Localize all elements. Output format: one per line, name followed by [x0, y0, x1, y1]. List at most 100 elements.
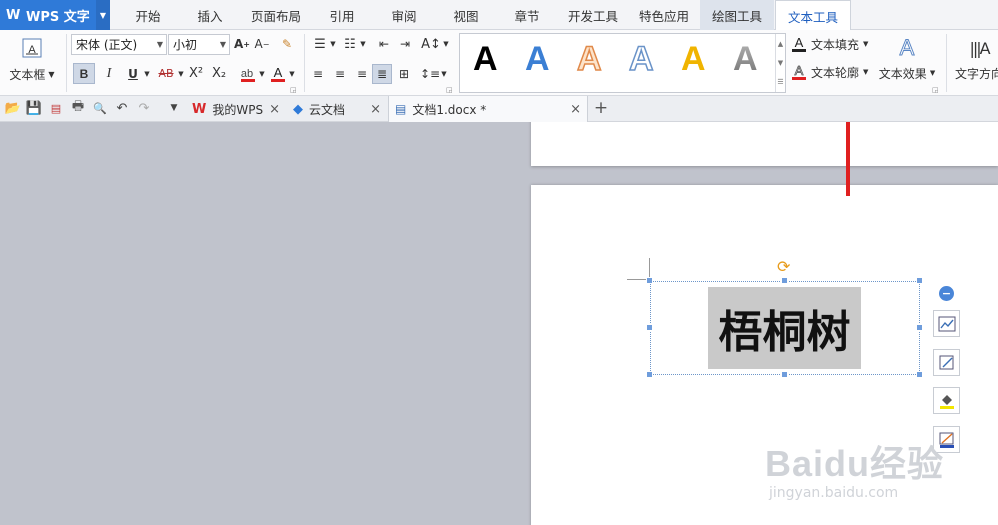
text-dialog-launcher-icon[interactable]: ◲	[932, 86, 939, 94]
app-menu-dropdown-icon[interactable]: ▼	[96, 0, 110, 30]
open-folder-icon[interactable]: 📂	[4, 99, 22, 117]
text-effects-icon[interactable]: A	[882, 34, 932, 62]
doc-tab-my-wps[interactable]: W 我的WPS ×	[186, 96, 286, 122]
redo-icon[interactable]: ↷	[135, 99, 153, 117]
resize-handle-bottom[interactable]	[781, 371, 788, 378]
resize-handle-top-left[interactable]	[646, 277, 653, 284]
tab-page-layout[interactable]: 页面布局	[245, 0, 307, 30]
text-direction-icon[interactable]: |||A	[964, 34, 994, 62]
new-tab-plus-icon[interactable]: +	[592, 98, 610, 118]
tab-developer[interactable]: 开发工具	[562, 0, 624, 30]
document-workspace[interactable]: 梧桐树 ⟳ − Baidu经验 jingyan.baidu.com	[0, 122, 998, 525]
tab-home[interactable]: 开始	[124, 0, 172, 30]
text-fill-button[interactable]: A 文本填充 ▼	[791, 34, 871, 54]
tab-text-tools[interactable]: 文本工具	[775, 0, 851, 31]
tab-insert[interactable]: 插入	[186, 0, 234, 30]
highlight-color-icon[interactable]: ab	[238, 63, 258, 84]
paragraph-dialog-launcher-icon[interactable]: ◲	[446, 86, 453, 94]
close-icon[interactable]: ×	[370, 102, 381, 117]
print-icon[interactable]: 🖶	[69, 99, 87, 117]
layout-options-icon[interactable]	[933, 310, 960, 337]
strikethrough-button[interactable]: AB	[155, 63, 177, 84]
textbox-button[interactable]: 文本框 ▼	[6, 64, 58, 84]
scroll-down-icon[interactable]: ▼	[778, 59, 783, 67]
resize-handle-bottom-right[interactable]	[916, 371, 923, 378]
text-direction-button[interactable]: 文字方向	[955, 63, 998, 83]
resize-handle-right[interactable]	[916, 324, 923, 331]
align-left-icon[interactable]: ≡	[308, 64, 328, 84]
increase-indent-icon[interactable]: ⇥	[395, 35, 415, 53]
rotate-handle-icon[interactable]: ⟳	[777, 257, 790, 276]
font-name-select[interactable]: 宋体 (正文) ▼	[71, 34, 167, 55]
gallery-scroll[interactable]: ▲ ▼ ☰	[775, 34, 785, 92]
textbox-text[interactable]: 梧桐树	[708, 287, 861, 369]
chevron-down-icon[interactable]: ▼	[258, 63, 266, 84]
numbered-list-icon[interactable]: ☷	[340, 35, 360, 53]
font-color-icon[interactable]: A	[268, 63, 288, 84]
text-style-black[interactable]: A	[473, 40, 498, 79]
text-style-orange-outline[interactable]: A	[576, 39, 602, 79]
line-spacing-icon[interactable]: ↕≡	[420, 64, 440, 84]
distribute-align-icon[interactable]: ⊞	[394, 64, 414, 84]
bold-button[interactable]: B	[73, 63, 95, 84]
bullet-list-icon[interactable]: ☰	[310, 35, 330, 53]
decrease-indent-icon[interactable]: ⇤	[374, 35, 394, 53]
text-outline-button[interactable]: A 文本轮廓 ▼	[791, 62, 873, 82]
tab-view[interactable]: 视图	[442, 0, 490, 30]
chevron-down-icon[interactable]: ▼	[177, 63, 185, 84]
close-icon[interactable]: ×	[269, 102, 280, 117]
text-effects-button[interactable]: 文本效果 ▼	[876, 63, 938, 83]
grow-font-icon[interactable]: A +	[233, 35, 251, 53]
text-effects-label: 文本效果	[878, 66, 927, 81]
resize-handle-bottom-left[interactable]	[646, 371, 653, 378]
align-justify-icon[interactable]: ≣	[372, 64, 392, 84]
shape-fill-icon[interactable]	[933, 387, 960, 414]
wps-logo-icon: W	[6, 7, 21, 23]
clear-format-icon[interactable]: ✎	[278, 35, 296, 53]
subscript-button[interactable]: X₂	[209, 63, 229, 84]
wps-app-menu-button[interactable]: W WPS 文字 ▼	[0, 0, 110, 30]
font-size-select[interactable]: 小初 ▼	[168, 34, 230, 55]
export-pdf-icon[interactable]: ▤	[47, 99, 65, 117]
close-icon[interactable]: ×	[570, 102, 581, 117]
chevron-down-icon[interactable]: ▼	[442, 35, 450, 53]
underline-button[interactable]: U	[123, 63, 143, 84]
save-icon[interactable]: 💾	[25, 99, 43, 117]
print-preview-icon[interactable]: 🔍	[91, 99, 109, 117]
chevron-down-icon[interactable]: ▼	[329, 35, 337, 53]
tab-drawing-tools[interactable]: 绘图工具	[700, 0, 774, 30]
align-right-icon[interactable]: ≡	[352, 64, 372, 84]
chevron-down-icon[interactable]: ▼	[359, 35, 367, 53]
text-style-blue-outline[interactable]: A	[628, 39, 654, 79]
tab-references[interactable]: 引用	[318, 0, 366, 30]
undo-icon[interactable]: ↶	[113, 99, 131, 117]
chevron-down-icon: ▼	[48, 69, 55, 79]
superscript-button[interactable]: X²	[186, 63, 206, 84]
chevron-down-icon[interactable]: ▼	[288, 63, 296, 84]
text-style-gray-gradient[interactable]: A	[733, 40, 758, 79]
chevron-down-icon[interactable]: ▼	[143, 63, 151, 84]
page-previous[interactable]	[531, 122, 998, 166]
text-direction-size-icon[interactable]: A↕	[420, 35, 442, 53]
doc-tab-cloud-docs[interactable]: ◆ 云文档 ×	[287, 96, 387, 122]
italic-button[interactable]: I	[99, 63, 119, 84]
more-styles-icon[interactable]: ☰	[777, 78, 783, 86]
chevron-down-icon[interactable]: ▼	[440, 64, 448, 84]
tab-special-apps[interactable]: 特色应用	[632, 0, 696, 30]
resize-handle-left[interactable]	[646, 324, 653, 331]
align-center-icon[interactable]: ≡	[330, 64, 350, 84]
collapse-minus-icon[interactable]: −	[939, 286, 954, 301]
resize-handle-top-right[interactable]	[916, 277, 923, 284]
scroll-up-icon[interactable]: ▲	[778, 40, 783, 48]
font-dialog-launcher-icon[interactable]: ◲	[290, 86, 297, 94]
edit-shape-icon[interactable]	[933, 349, 960, 376]
tab-review[interactable]: 审阅	[380, 0, 428, 30]
tab-sections[interactable]: 章节	[503, 0, 551, 30]
textbox-icon[interactable]: A	[14, 34, 50, 62]
resize-handle-top[interactable]	[781, 277, 788, 284]
text-style-blue[interactable]: A	[525, 40, 550, 79]
customize-toolbar-icon[interactable]: ▼	[165, 99, 183, 117]
doc-tab-document1[interactable]: ▤ 文档1.docx * ×	[388, 96, 588, 122]
shrink-font-icon[interactable]: A −	[253, 35, 271, 53]
text-style-gold[interactable]: A	[681, 40, 706, 79]
